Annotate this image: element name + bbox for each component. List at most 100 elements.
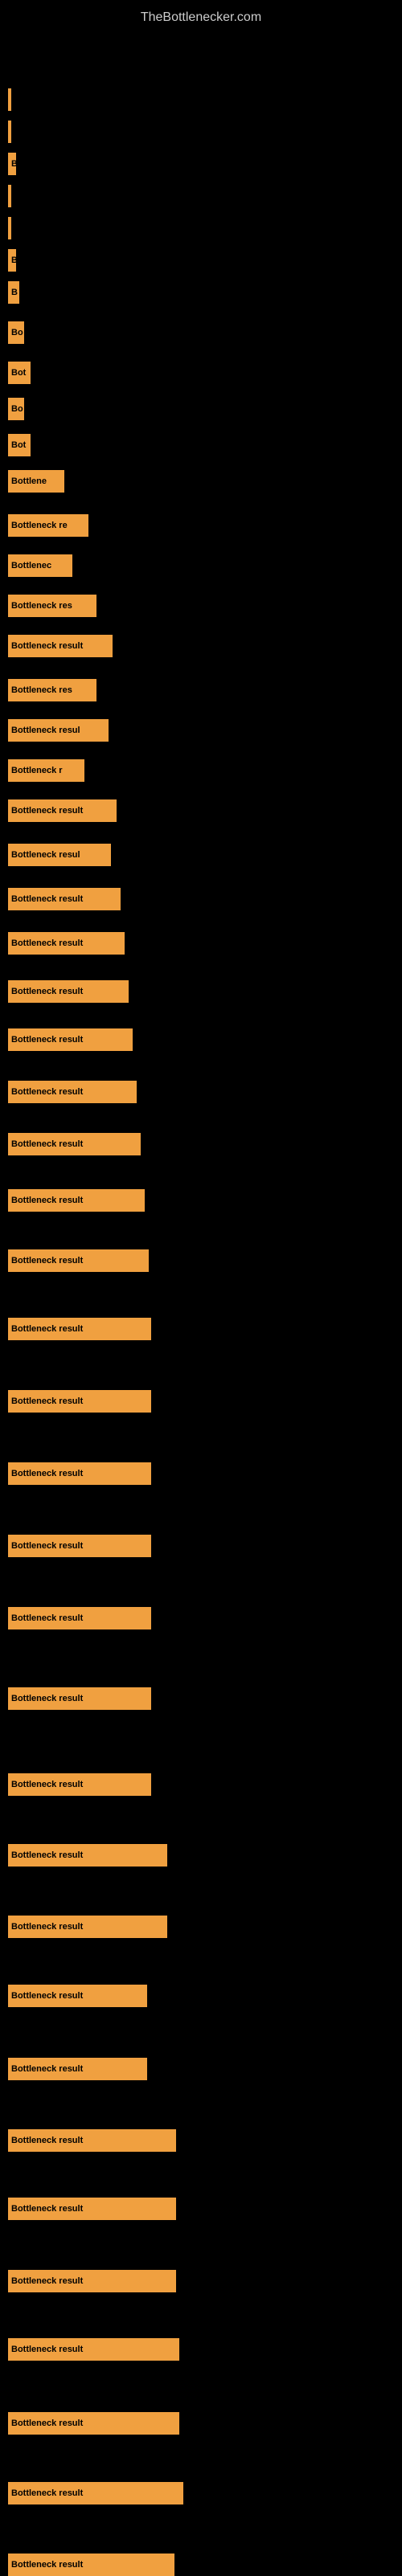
bar-13: Bottlenec — [8, 554, 72, 577]
bar-26: Bottleneck result — [8, 1133, 141, 1155]
bar-1: | — [8, 121, 11, 143]
bar-27: Bottleneck result — [8, 1189, 145, 1212]
bar-label-13: Bottlenec — [11, 561, 51, 570]
bar-14: Bottleneck res — [8, 595, 96, 617]
bar-label-6: B — [11, 288, 18, 297]
bar-label-23: Bottleneck result — [11, 987, 83, 996]
bar-18: Bottleneck r — [8, 759, 84, 782]
bar-2: B — [8, 153, 16, 175]
bar-row-20: Bottleneck resul — [8, 844, 394, 866]
bar-label-8: Bot — [11, 368, 26, 378]
bar-40: Bottleneck result — [8, 2129, 176, 2152]
bar-row-19: Bottleneck result — [8, 799, 394, 822]
bar-row-33: Bottleneck result — [8, 1607, 394, 1629]
bar-row-24: Bottleneck result — [8, 1028, 394, 1051]
bar-21: Bottleneck result — [8, 888, 121, 910]
bar-label-29: Bottleneck result — [11, 1324, 83, 1334]
bar-30: Bottleneck result — [8, 1390, 151, 1413]
bar-row-22: Bottleneck result — [8, 932, 394, 955]
bar-label-25: Bottleneck result — [11, 1087, 83, 1097]
bar-46: Bottleneck result — [8, 2554, 174, 2576]
bar-37: Bottleneck result — [8, 1916, 167, 1938]
bar-row-25: Bottleneck result — [8, 1081, 394, 1103]
bar-row-15: Bottleneck result — [8, 635, 394, 657]
bar-row-44: Bottleneck result — [8, 2412, 394, 2435]
bar-row-5: B — [8, 249, 394, 272]
bar-row-18: Bottleneck r — [8, 759, 394, 782]
bar-row-0: | — [8, 88, 394, 111]
bar-row-8: Bot — [8, 362, 394, 384]
bar-row-46: Bottleneck result — [8, 2554, 394, 2576]
bar-label-12: Bottleneck re — [11, 521, 68, 530]
bar-20: Bottleneck resul — [8, 844, 111, 866]
bar-34: Bottleneck result — [8, 1687, 151, 1710]
bar-8: Bot — [8, 362, 31, 384]
bar-28: Bottleneck result — [8, 1249, 149, 1272]
bar-label-16: Bottleneck res — [11, 685, 72, 695]
bar-row-40: Bottleneck result — [8, 2129, 394, 2152]
bar-25: Bottleneck result — [8, 1081, 137, 1103]
bar-label-31: Bottleneck result — [11, 1469, 83, 1478]
bar-label-5: B — [11, 256, 16, 265]
bar-label-45: Bottleneck result — [11, 2488, 83, 2498]
bar-0: | — [8, 88, 11, 111]
bar-7: Bo — [8, 321, 24, 344]
bar-row-16: Bottleneck res — [8, 679, 394, 701]
bar-15: Bottleneck result — [8, 635, 113, 657]
bar-12: Bottleneck re — [8, 514, 88, 537]
bar-label-35: Bottleneck result — [11, 1780, 83, 1789]
bar-label-44: Bottleneck result — [11, 2419, 83, 2428]
bar-label-27: Bottleneck result — [11, 1196, 83, 1205]
bar-row-4: | — [8, 217, 394, 239]
bar-row-32: Bottleneck result — [8, 1535, 394, 1557]
bar-label-34: Bottleneck result — [11, 1694, 83, 1703]
bar-label-37: Bottleneck result — [11, 1922, 83, 1932]
bar-11: Bottlene — [8, 470, 64, 493]
bar-41: Bottleneck result — [8, 2198, 176, 2220]
bar-row-17: Bottleneck resul — [8, 719, 394, 742]
bar-label-24: Bottleneck result — [11, 1035, 83, 1045]
bar-label-40: Bottleneck result — [11, 2136, 83, 2145]
bar-label-21: Bottleneck result — [11, 894, 83, 904]
bar-row-39: Bottleneck result — [8, 2058, 394, 2080]
bar-24: Bottleneck result — [8, 1028, 133, 1051]
bar-label-20: Bottleneck resul — [11, 850, 80, 860]
bar-42: Bottleneck result — [8, 2270, 176, 2292]
bar-row-35: Bottleneck result — [8, 1773, 394, 1796]
bar-label-43: Bottleneck result — [11, 2345, 83, 2354]
bar-row-29: Bottleneck result — [8, 1318, 394, 1340]
bar-label-46: Bottleneck result — [11, 2560, 83, 2570]
bar-label-22: Bottleneck result — [11, 938, 83, 948]
bar-43: Bottleneck result — [8, 2338, 179, 2361]
bar-row-14: Bottleneck res — [8, 595, 394, 617]
bar-label-42: Bottleneck result — [11, 2276, 83, 2286]
bar-row-30: Bottleneck result — [8, 1390, 394, 1413]
bar-5: B — [8, 249, 16, 272]
site-title: TheBottlenecker.com — [0, 4, 402, 31]
bar-label-26: Bottleneck result — [11, 1139, 83, 1149]
bar-3: | — [8, 185, 11, 207]
bar-label-19: Bottleneck result — [11, 806, 83, 816]
bar-44: Bottleneck result — [8, 2412, 179, 2435]
bar-36: Bottleneck result — [8, 1844, 167, 1867]
bar-35: Bottleneck result — [8, 1773, 151, 1796]
bar-29: Bottleneck result — [8, 1318, 151, 1340]
bar-row-12: Bottleneck re — [8, 514, 394, 537]
bar-row-13: Bottlenec — [8, 554, 394, 577]
bar-row-7: Bo — [8, 321, 394, 344]
bar-label-28: Bottleneck result — [11, 1256, 83, 1266]
bar-label-2: B — [11, 159, 16, 169]
bar-label-7: Bo — [11, 328, 23, 337]
bar-row-28: Bottleneck result — [8, 1249, 394, 1272]
bar-10: Bot — [8, 434, 31, 456]
bar-row-27: Bottleneck result — [8, 1189, 394, 1212]
bar-23: Bottleneck result — [8, 980, 129, 1003]
bar-row-36: Bottleneck result — [8, 1844, 394, 1867]
bar-label-17: Bottleneck resul — [11, 726, 80, 735]
bar-row-23: Bottleneck result — [8, 980, 394, 1003]
bar-32: Bottleneck result — [8, 1535, 151, 1557]
bar-label-15: Bottleneck result — [11, 641, 83, 651]
bar-label-32: Bottleneck result — [11, 1541, 83, 1551]
bar-row-26: Bottleneck result — [8, 1133, 394, 1155]
bar-row-42: Bottleneck result — [8, 2270, 394, 2292]
